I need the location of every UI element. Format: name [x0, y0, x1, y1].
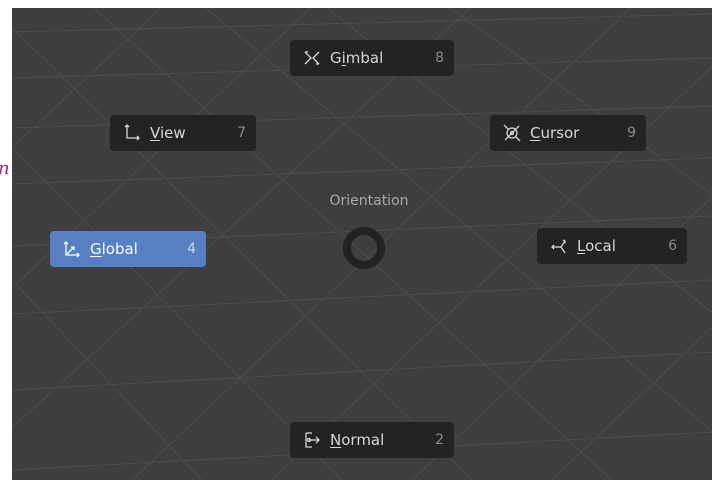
cursor-label: Cursor: [530, 124, 580, 142]
local-label: Local: [577, 237, 616, 255]
normal-orientation-icon: [305, 432, 320, 448]
left-margin: [0, 0, 12, 480]
pie-center-ring: [343, 227, 385, 269]
gimbal-hotkey: 8: [435, 50, 444, 66]
global-button[interactable]: Global 4: [50, 231, 206, 267]
normal-button[interactable]: Normal 2: [290, 422, 454, 458]
global-label: Global: [90, 240, 138, 258]
pie-menu-title: Orientation: [329, 193, 409, 209]
clipped-text: n: [0, 158, 12, 188]
normal-label: Normal: [330, 431, 385, 449]
cursor-orientation-icon: [503, 124, 521, 142]
cursor-button[interactable]: Cursor 9: [490, 115, 646, 151]
local-button[interactable]: Local 6: [537, 228, 687, 264]
view-label: View: [150, 124, 186, 142]
view-hotkey: 7: [237, 125, 246, 141]
global-orientation-icon: [63, 241, 80, 258]
3d-viewport[interactable]: Gimbal 8 View 7 Cursor 9 Global 4 Local …: [12, 8, 712, 480]
normal-hotkey: 2: [435, 432, 444, 448]
view-button[interactable]: View 7: [110, 115, 256, 151]
gimbal-label: Gimbal: [330, 49, 384, 67]
local-orientation-icon: [551, 239, 566, 254]
gimbal-orientation-icon: [304, 51, 320, 65]
global-hotkey: 4: [187, 241, 196, 257]
cursor-hotkey: 9: [627, 125, 636, 141]
local-hotkey: 6: [668, 238, 677, 254]
gimbal-button[interactable]: Gimbal 8: [290, 40, 454, 76]
view-orientation-icon: [124, 124, 140, 141]
